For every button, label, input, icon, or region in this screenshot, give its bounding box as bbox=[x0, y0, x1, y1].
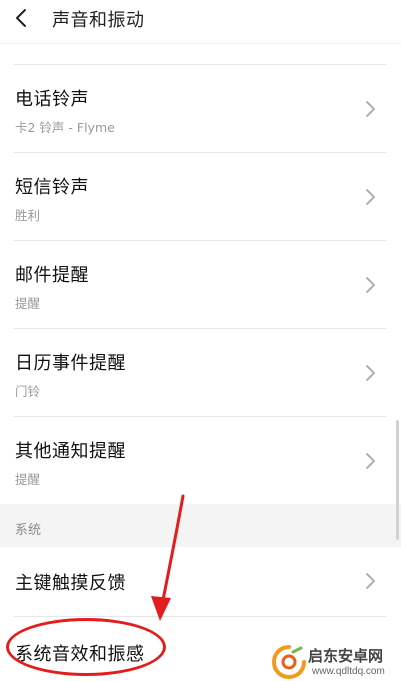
chevron-right-icon bbox=[366, 189, 375, 205]
chevron-right-icon bbox=[366, 453, 375, 469]
setting-title: 主键触摸反馈 bbox=[15, 573, 126, 594]
setting-subtitle: 胜利 bbox=[15, 208, 41, 223]
chevron-right-icon bbox=[366, 365, 375, 381]
setting-title: 日历事件提醒 bbox=[15, 353, 126, 374]
setting-row-sms-ringtone[interactable]: 短信铃声 胜利 bbox=[0, 153, 401, 241]
setting-subtitle: 提醒 bbox=[15, 296, 41, 311]
setting-subtitle: 提醒 bbox=[15, 472, 41, 487]
setting-row-email-alert[interactable]: 邮件提醒 提醒 bbox=[0, 241, 401, 329]
setting-subtitle: 门铃 bbox=[15, 384, 41, 399]
back-chevron-icon[interactable] bbox=[12, 8, 32, 28]
chevron-right-icon bbox=[366, 573, 375, 589]
chevron-right-icon bbox=[366, 277, 375, 293]
page-title: 声音和振动 bbox=[52, 10, 145, 31]
setting-title: 邮件提醒 bbox=[15, 265, 89, 286]
setting-title: 电话铃声 bbox=[15, 89, 89, 110]
watermark-logo-icon bbox=[271, 645, 306, 680]
setting-row-calendar-alert[interactable]: 日历事件提醒 门铃 bbox=[0, 329, 401, 417]
sound-vibration-screen: 声音和振动 电话铃声 卡2 铃声 - Flyme 短信铃声 胜利 邮件提醒 提醒… bbox=[0, 0, 401, 681]
setting-subtitle: 卡2 铃声 - Flyme bbox=[15, 120, 115, 135]
watermark-url: www.qdltdq.com bbox=[312, 666, 385, 677]
header-divider bbox=[0, 43, 401, 44]
section-label: 系统 bbox=[15, 523, 42, 538]
watermark-text: 启东安卓网 bbox=[308, 647, 384, 665]
annotation-oval bbox=[6, 618, 166, 676]
section-header-system: 系统 bbox=[0, 504, 401, 547]
setting-row-home-key-haptics[interactable]: 主键触摸反馈 bbox=[0, 547, 401, 617]
setting-row-other-notification[interactable]: 其他通知提醒 提醒 bbox=[0, 417, 401, 505]
chevron-right-icon bbox=[366, 101, 375, 117]
setting-row-phone-ringtone[interactable]: 电话铃声 卡2 铃声 - Flyme bbox=[0, 65, 401, 153]
scrollbar[interactable] bbox=[396, 420, 399, 540]
top-app-bar: 声音和振动 bbox=[0, 0, 401, 44]
setting-title: 短信铃声 bbox=[15, 177, 89, 198]
setting-title: 其他通知提醒 bbox=[15, 441, 126, 462]
